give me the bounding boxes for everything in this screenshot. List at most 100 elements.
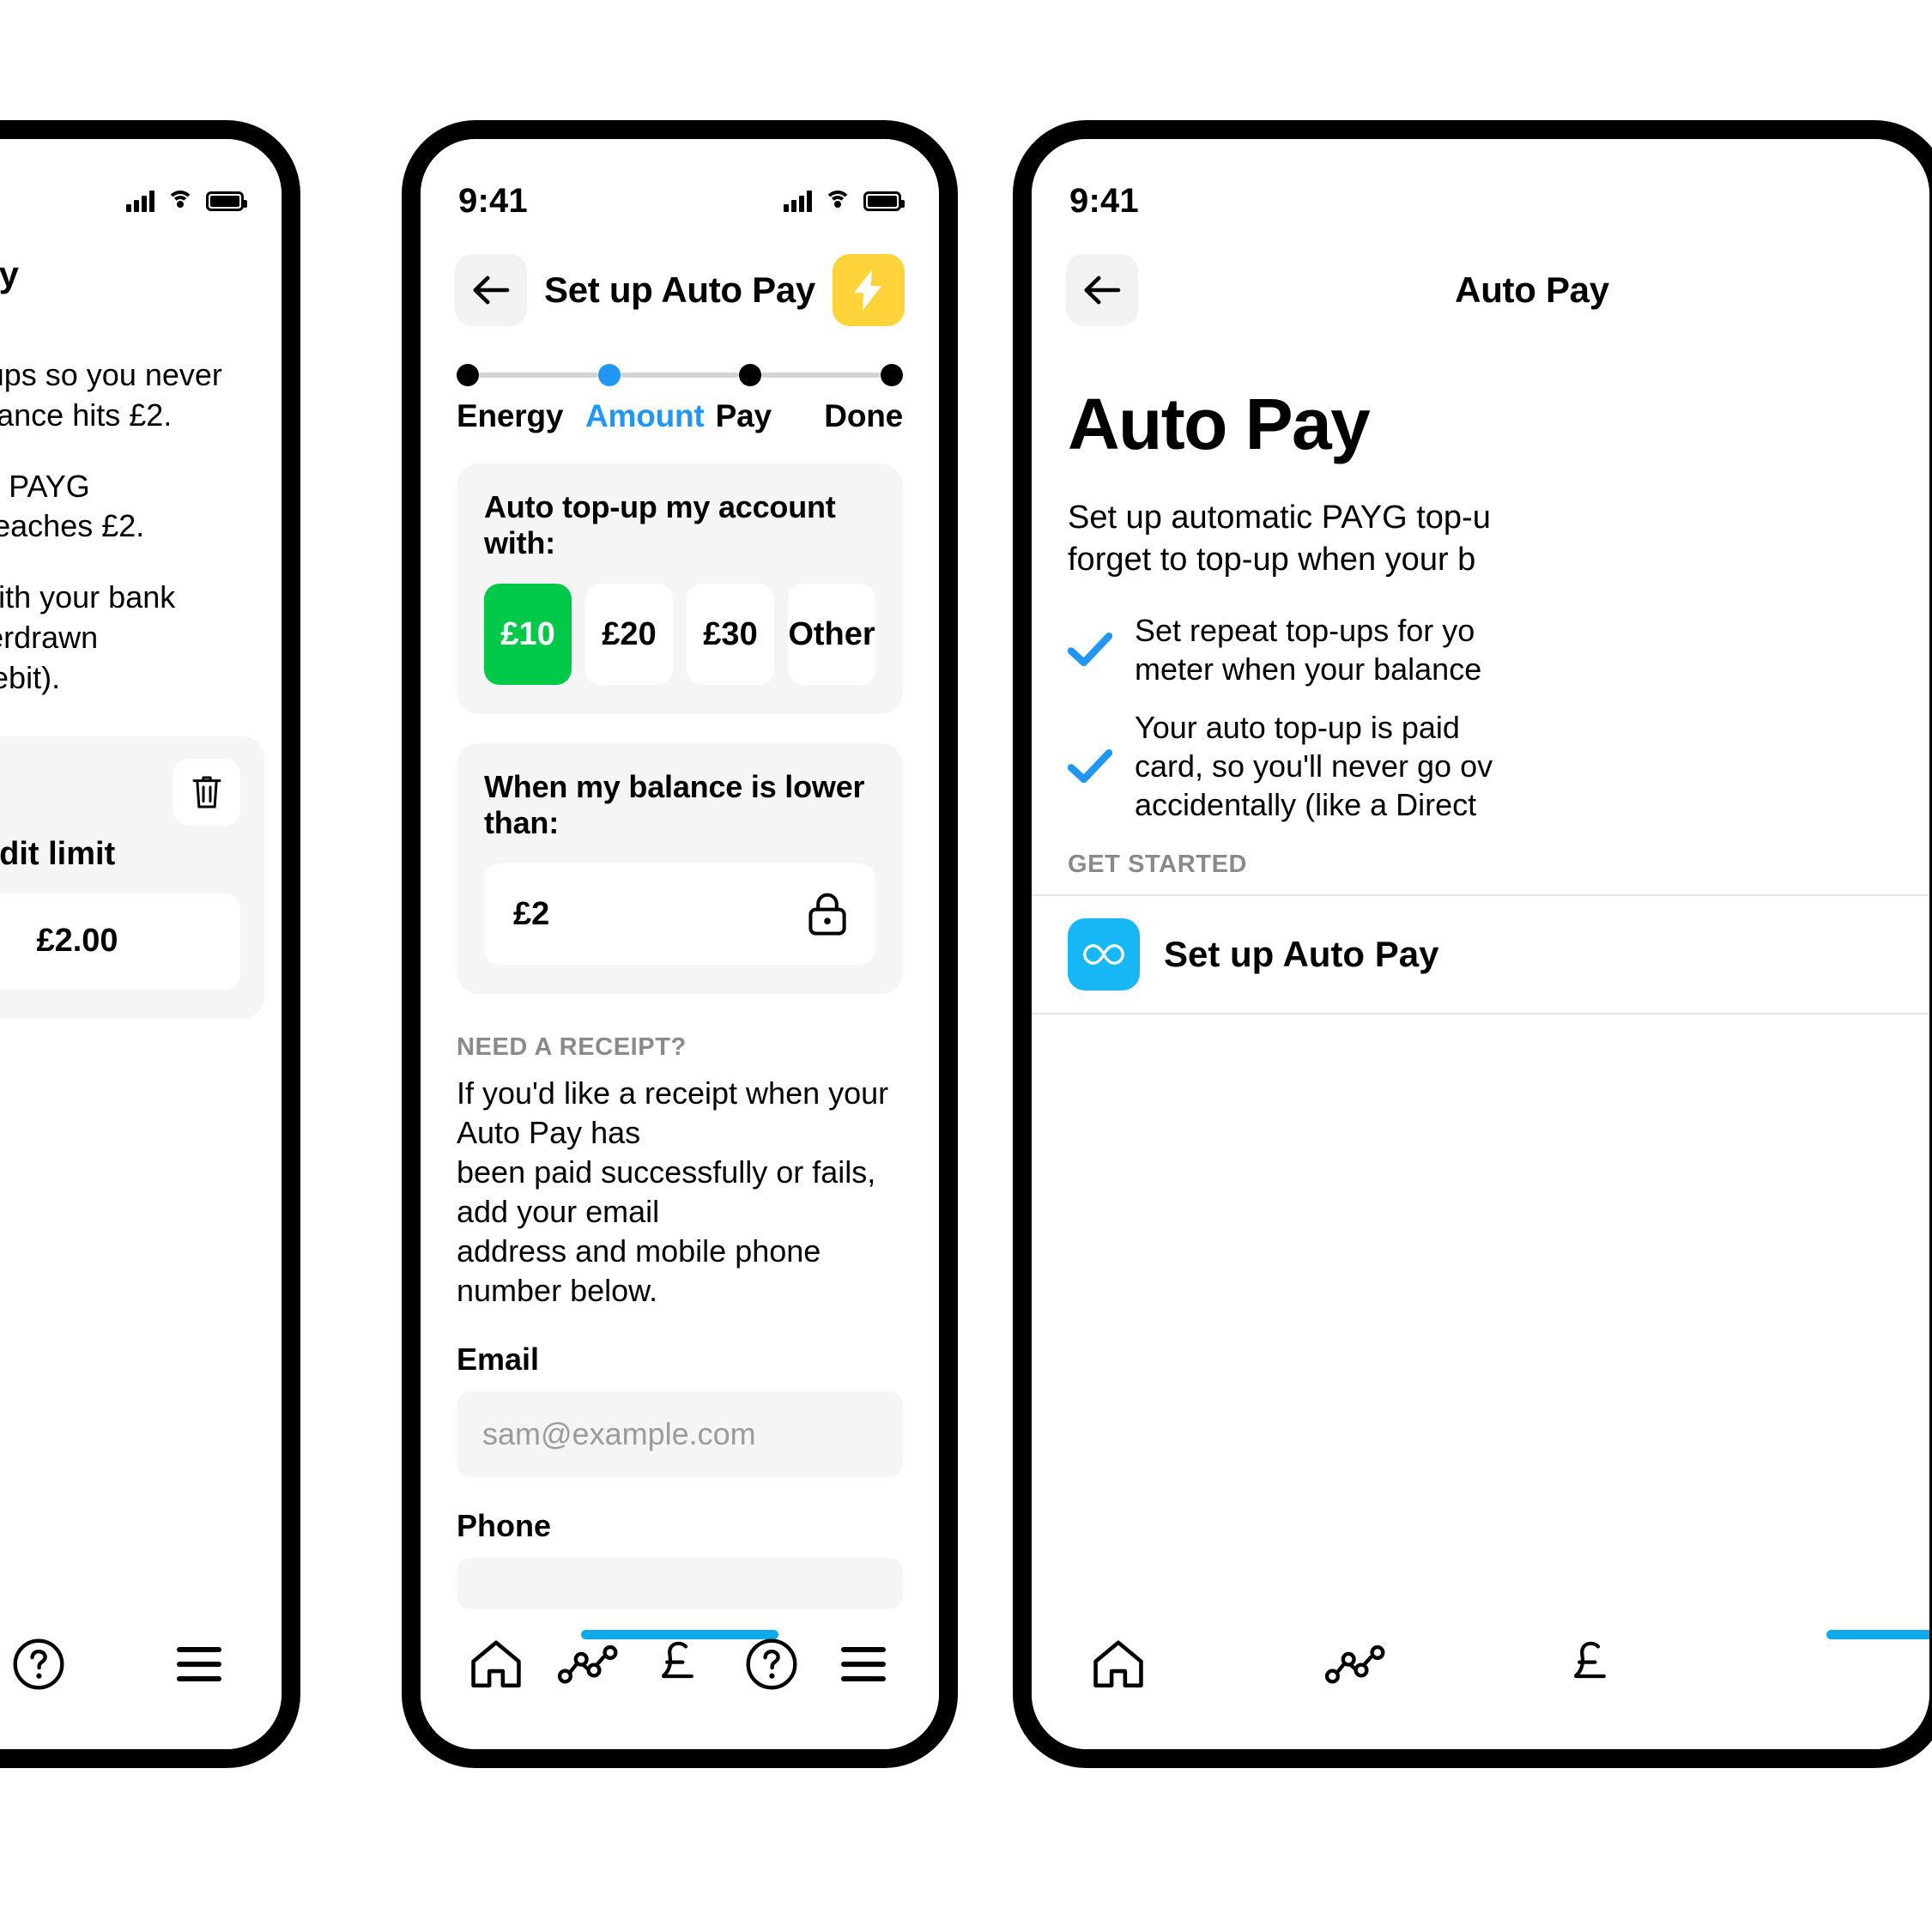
left-para3-line1: p-up is paid with your bank — [0, 579, 176, 615]
step-label-pay: Pay — [715, 398, 772, 433]
left-paragraph-1: c PAYG top-ups so you never when your ba… — [0, 355, 282, 436]
right-screen: 9:41 Auto Pay Auto Pay Set up automatic … — [1032, 139, 1929, 1749]
screenshot-stage: Auto Pay c PAYG top-ups so you never whe… — [0, 0, 1932, 1932]
step-line-2 — [620, 372, 740, 378]
left-para2-line2: your balance reaches £2. — [0, 508, 145, 544]
threshold-field[interactable]: £2 — [484, 863, 875, 965]
setup-stepper: Energy Amount Pay Done — [421, 335, 939, 434]
tab-usage[interactable] — [551, 1627, 625, 1701]
back-button[interactable] — [455, 254, 527, 326]
left-navbar: Auto Pay — [0, 233, 282, 304]
bullet-2-line-3: accidentally (like a Direct — [1135, 787, 1477, 823]
stepper-track — [457, 364, 904, 386]
signal-icon — [126, 190, 154, 212]
battery-icon — [863, 191, 905, 211]
signal-icon — [784, 190, 812, 212]
check-icon — [1068, 748, 1112, 783]
tab-help[interactable] — [12, 1627, 65, 1701]
left-para1-line1: c PAYG top-ups so you never — [0, 357, 222, 392]
tab-menu[interactable] — [827, 1627, 900, 1701]
threshold-card: When my balance is lower than: £2 — [457, 743, 903, 994]
phone-center: 9:41 Set up Auto Pay Energy Amount Pay D… — [402, 120, 958, 1768]
receipt-body-line-1: If you'd like a receipt when your Auto P… — [457, 1075, 889, 1151]
phone-label: Phone — [457, 1508, 552, 1544]
left-para1-line2: when your balance hits £2. — [0, 397, 173, 433]
right-intro: Set up automatic PAYG top-u forget to to… — [1068, 497, 1893, 582]
receipt-section-label: NEED A RECEIPT? — [457, 1033, 687, 1061]
right-intro-line-2: forget to top-up when your b — [1068, 542, 1476, 578]
step-node-pay[interactable] — [739, 364, 762, 386]
tab-help[interactable] — [735, 1627, 809, 1701]
step-node-energy[interactable] — [457, 364, 479, 386]
get-started-item[interactable]: Set up Auto Pay — [1032, 893, 1929, 1014]
right-tabbar — [1032, 1603, 1929, 1749]
menu-icon — [177, 1647, 221, 1681]
check-icon — [1068, 633, 1112, 667]
tab-home[interactable] — [1081, 1627, 1155, 1701]
infinity-icon — [1083, 943, 1124, 965]
amount-card: Auto top-up my account with: £10 £20 £30… — [457, 463, 903, 714]
step-node-amount[interactable] — [597, 364, 621, 386]
amount-option-20[interactable]: £20 — [585, 584, 673, 685]
amount-option-30[interactable]: £30 — [687, 584, 774, 685]
bullet-text: Set repeat top-ups for yo meter when you… — [1135, 611, 1481, 689]
back-button[interactable] — [1066, 254, 1138, 326]
usage-chart-icon — [1325, 1644, 1385, 1684]
amount-options: £10 £20 £30 Other — [484, 584, 875, 685]
step-node-done[interactable] — [881, 364, 904, 386]
arrow-left-icon — [1084, 276, 1121, 305]
email-field[interactable]: sam@example.com — [457, 1391, 903, 1478]
set-up-auto-pay-icon-tile — [1068, 918, 1140, 990]
delete-button[interactable] — [173, 758, 240, 826]
credit-limit-card: Credit limit £2.00 — [0, 736, 264, 1019]
bullet-2-line-2: card, so you'll never go ov — [1135, 748, 1493, 784]
left-tabbar — [0, 1603, 282, 1749]
tab-pound[interactable] — [643, 1627, 717, 1701]
amount-card-title: Auto top-up my account with: — [484, 489, 836, 560]
help-icon — [13, 1638, 64, 1690]
home-icon — [1093, 1640, 1143, 1688]
threshold-value: £2 — [513, 895, 550, 932]
signal-icon — [1863, 190, 1892, 212]
tab-home[interactable] — [459, 1627, 533, 1701]
wifi-icon — [167, 191, 194, 211]
lightning-bolt-icon — [854, 270, 881, 311]
bullet-item: Set repeat top-ups for yo meter when you… — [1068, 611, 1893, 689]
status-icons — [126, 190, 247, 212]
bullet-1-line-1: Set repeat top-ups for yo — [1135, 612, 1475, 648]
status-time: 9:41 — [1069, 181, 1139, 220]
step-label-amount: Amount — [585, 398, 705, 433]
arrow-left-icon — [473, 276, 510, 305]
bullet-text: Your auto top-up is paid card, so you'll… — [1135, 708, 1493, 825]
stepper-labels: Energy Amount Pay Done — [457, 398, 903, 434]
credit-limit-label: Credit limit — [0, 835, 116, 872]
amount-option-10[interactable]: £10 — [484, 584, 572, 685]
credit-limit-value[interactable]: £2.00 — [0, 893, 240, 990]
left-para2-line1: p-ups for your PAYG — [0, 468, 90, 504]
left-screen: Auto Pay c PAYG top-ups so you never whe… — [0, 139, 282, 1749]
phone-right: 9:41 Auto Pay Auto Pay Set up automatic … — [1013, 120, 1932, 1768]
tab-pound[interactable] — [1555, 1627, 1629, 1701]
page-title: Set up Auto Pay — [544, 270, 815, 310]
step-line-3 — [761, 372, 881, 378]
left-page-title: Auto Pay — [0, 254, 19, 294]
center-tabbar — [421, 1603, 939, 1749]
step-label-done: Done — [824, 398, 903, 433]
step-label-energy: Energy — [457, 398, 564, 433]
left-paragraph-3: p-up is paid with your bank ll never go … — [0, 578, 282, 698]
lock-icon — [809, 893, 846, 936]
right-intro-line-1: Set up automatic PAYG top-u — [1068, 500, 1491, 536]
quick-action-button[interactable] — [833, 254, 905, 326]
left-paragraph-2: p-ups for your PAYG your balance reaches… — [0, 467, 282, 548]
email-label: Email — [457, 1341, 540, 1378]
right-heading: Auto Pay — [1068, 384, 1371, 464]
tab-menu[interactable] — [177, 1627, 221, 1701]
right-status-bar: 9:41 — [1032, 139, 1929, 233]
status-time: 9:41 — [458, 181, 528, 220]
phone-field[interactable] — [457, 1558, 903, 1610]
tab-usage[interactable] — [1318, 1627, 1392, 1701]
home-icon — [470, 1640, 521, 1688]
center-screen: 9:41 Set up Auto Pay Energy Amount Pay D… — [421, 139, 939, 1749]
amount-option-other[interactable]: Other — [788, 584, 875, 685]
trash-icon — [192, 776, 221, 809]
